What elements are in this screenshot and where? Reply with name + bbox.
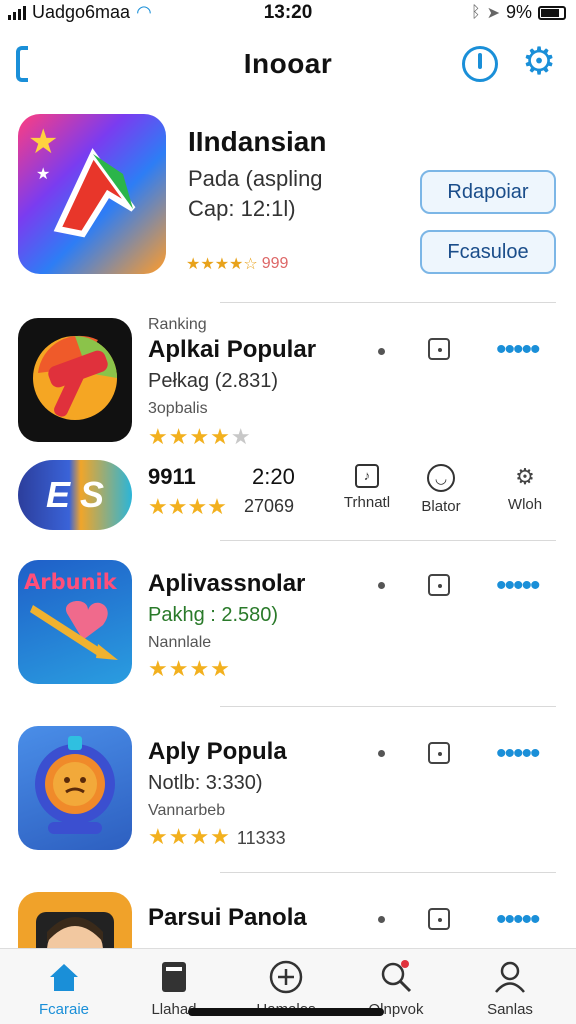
app-icon[interactable]: Arbunik <box>18 560 132 684</box>
face-icon: ◡ <box>427 464 455 492</box>
divider <box>220 302 556 303</box>
app-developer: Nannlale <box>148 634 212 651</box>
app-icon[interactable] <box>18 318 132 442</box>
more-options-icon[interactable]: ••••• <box>496 905 540 935</box>
app-icon[interactable] <box>18 892 132 948</box>
location-icon: ➤ <box>486 4 500 22</box>
divider <box>220 706 556 707</box>
secondary-action-button[interactable]: Fcasuloe <box>420 230 556 274</box>
rating-stars: ★★★★★ <box>148 424 252 449</box>
book-icon <box>156 959 192 995</box>
rating-stars: ★★★★ <box>148 656 231 681</box>
rating-stars: ★★★★ <box>148 494 227 519</box>
status-bar: Uadgo6maa ◠ 13:20 ᛒ ➤ 9% <box>0 0 576 26</box>
featured-rating: ★★★★☆ 999 <box>186 254 288 274</box>
bluetooth-icon: ᛒ <box>470 3 481 21</box>
app-developer: 3opbalis <box>148 400 208 417</box>
icon-wordmark: Arbunik <box>24 570 117 594</box>
app-header: Inooar ⚙ <box>0 40 576 90</box>
stat-time: 2:20 <box>252 464 295 489</box>
more-options-icon[interactable]: ••••• <box>496 571 540 601</box>
battery-percent: 9% <box>505 2 532 22</box>
more-options-icon[interactable]: ••••• <box>496 335 540 365</box>
list-item[interactable]: Arbunik Aplivassnolar Pakhg : 2.580) Nan… <box>0 560 576 690</box>
app-category: Pakhg : 2.580) <box>148 604 279 626</box>
section-label: Ranking <box>148 316 207 333</box>
rating-stars: ★★★★ 11333 <box>148 824 286 849</box>
status-dot <box>378 348 385 355</box>
es-logo-icon[interactable]: E S <box>18 460 132 530</box>
tab-featured[interactable]: Fcaraie <box>14 959 114 1018</box>
power-icon[interactable] <box>462 46 498 82</box>
more-options-icon[interactable]: ••••• <box>496 739 540 769</box>
download-icon[interactable] <box>428 574 450 596</box>
divider <box>220 540 556 541</box>
home-icon <box>46 959 82 995</box>
app-name: Aplivassnolar <box>148 570 306 597</box>
search-icon <box>378 959 414 995</box>
download-icon[interactable] <box>428 742 450 764</box>
status-dot <box>378 916 385 923</box>
rating-stars: ★★★★☆ <box>186 256 258 273</box>
action-settings[interactable]: ⚙ Wloh <box>490 464 560 513</box>
app-category: Notlb: 3:330) <box>148 772 263 794</box>
stat-value: 9911 <box>148 464 196 489</box>
avatar-icon <box>36 912 114 948</box>
character-logo-icon <box>35 736 115 834</box>
hammer-logo-icon <box>33 335 117 420</box>
rating-count: 11333 <box>236 828 286 848</box>
home-indicator[interactable] <box>188 1008 384 1016</box>
featured-app-category: Pada (aspling <box>188 166 323 191</box>
app-name: Aplkai Popular <box>148 336 317 363</box>
action-thumbnail[interactable]: ♪ Trhnatl <box>332 464 402 511</box>
featured-app-icon[interactable]: ★ ★ <box>18 114 166 274</box>
app-name: Parsui Panola <box>148 904 307 931</box>
list-item[interactable]: Ranking Aplkai Popular Pełkag (2.831) 3o… <box>0 316 576 449</box>
download-icon[interactable] <box>428 908 450 930</box>
tab-label: Sanlas <box>487 1001 533 1018</box>
tab-label: Fcaraie <box>38 1001 90 1018</box>
list-item[interactable]: Parsui Panola ••••• <box>0 892 576 948</box>
status-dot <box>378 750 385 757</box>
rating-count: 999 <box>261 255 289 272</box>
download-icon[interactable] <box>428 338 450 360</box>
app-stats-row[interactable]: E S 9911 2:20 ★★★★ 27069 ♪ Trhnatl ◡ Bla… <box>0 458 576 534</box>
gear-icon[interactable]: ⚙ <box>522 42 556 82</box>
app-icon[interactable] <box>18 726 132 850</box>
list-item[interactable]: Aply Popula Notlb: 3:330) Vannarbeb ★★★★… <box>0 726 576 856</box>
rating-count: 27069 <box>244 496 295 516</box>
gear-icon: ⚙ <box>515 464 535 489</box>
featured-app-size: Cap: 12:1l) <box>188 196 296 221</box>
plus-circle-icon <box>268 959 304 995</box>
user-icon <box>492 959 528 995</box>
featured-app-name: IIndansian <box>188 126 327 157</box>
divider <box>220 872 556 873</box>
arrow-logo-icon <box>53 148 136 238</box>
tab-profile[interactable]: Sanlas <box>460 959 560 1018</box>
primary-action-button[interactable]: Rdapoiar <box>420 170 556 214</box>
app-category: Pełkag (2.831) <box>148 370 279 392</box>
app-developer: Vannarbeb <box>148 802 226 819</box>
featured-app-card[interactable]: ★ ★ IIndansian Pada (aspling Cap: 12:1l)… <box>0 114 576 294</box>
status-dot <box>378 582 385 589</box>
action-blator[interactable]: ◡ Blator <box>406 464 476 515</box>
app-name: Aply Popula <box>148 738 287 765</box>
music-icon: ♪ <box>355 464 379 488</box>
battery-icon <box>538 5 566 20</box>
